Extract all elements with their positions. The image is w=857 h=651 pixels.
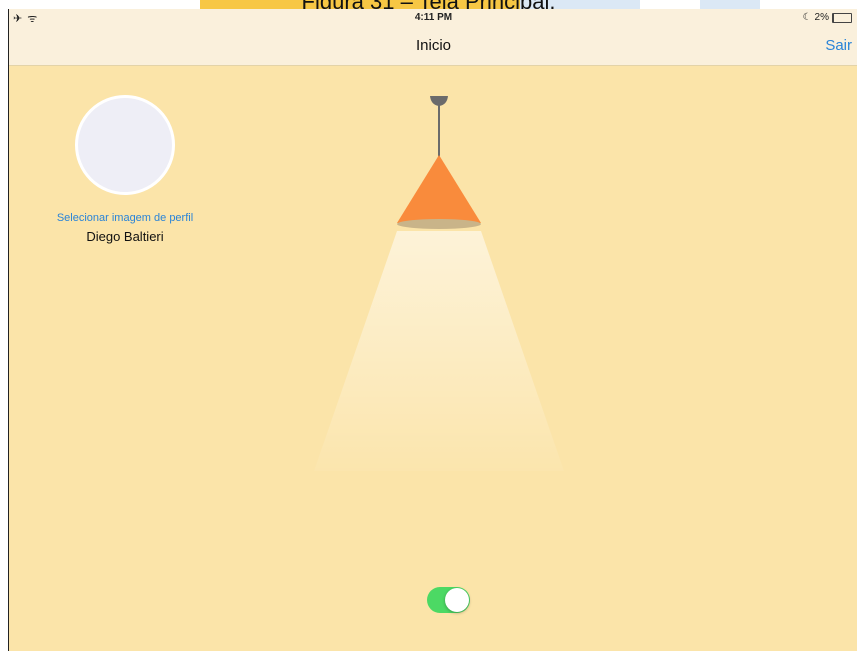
lamp-shade: [397, 155, 481, 223]
logout-button[interactable]: Sair: [825, 37, 852, 54]
battery-level: [833, 13, 834, 22]
profile-avatar[interactable]: [75, 95, 175, 195]
lamp-illustration: [314, 96, 564, 471]
status-right: ☾ 2%: [803, 12, 852, 23]
navigation-bar: Inicio Sair: [9, 27, 857, 66]
status-bar: ✈ ᯤ 4:11 PM ☾ 2%: [9, 9, 857, 27]
moon-icon: ☾: [802, 12, 812, 23]
toggle-knob[interactable]: [445, 588, 469, 612]
lamp-cord: [438, 105, 440, 157]
light-beam: [314, 231, 564, 471]
ipad-screen: ✈ ᯤ 4:11 PM ☾ 2% Inicio Sair Selecionar …: [8, 9, 857, 651]
lamp-ceiling-mount: [430, 96, 448, 106]
page-title: Inicio: [415, 37, 452, 54]
battery-percent: 2%: [814, 12, 829, 23]
select-profile-image-link[interactable]: Selecionar imagem de perfil: [33, 212, 217, 224]
lamp-bulb-opening: [397, 219, 481, 229]
light-toggle-switch[interactable]: [427, 587, 470, 613]
user-name: Diego Baltieri: [86, 229, 164, 244]
status-time: 4:11 PM: [414, 12, 453, 23]
battery-icon: [832, 12, 852, 23]
